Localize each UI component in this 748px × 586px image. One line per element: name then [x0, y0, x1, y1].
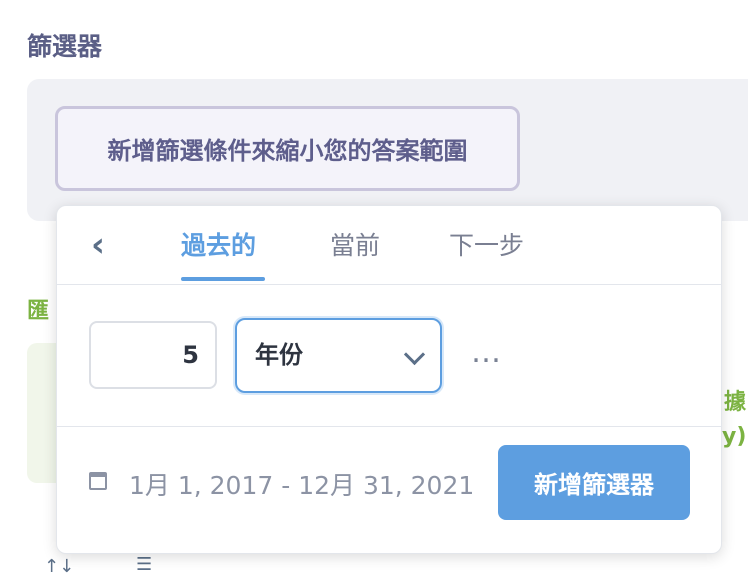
tab-next[interactable]: 下一步 — [449, 226, 524, 262]
amount-input[interactable]: 5 — [89, 321, 217, 389]
tab-current[interactable]: 當前 — [330, 226, 380, 262]
list-icon[interactable]: ☰ — [136, 554, 152, 575]
background-text-fragment-2: y) — [722, 424, 747, 449]
chevron-down-icon — [403, 343, 426, 366]
filters-heading: 篩選器 — [27, 32, 103, 61]
add-filter-button[interactable]: 新增篩選器 — [498, 445, 690, 520]
background-label-fragment: 匯 — [27, 299, 50, 324]
tab-past[interactable]: 過去的 — [181, 226, 256, 262]
more-options-icon[interactable]: … — [471, 338, 502, 368]
unit-select[interactable]: 年份 — [235, 318, 442, 393]
divider — [57, 426, 721, 427]
chevron-left-icon[interactable]: ‹ — [91, 228, 121, 262]
unit-select-value: 年份 — [255, 341, 303, 369]
date-range-text: 1月 1, 2017 - 12月 31, 2021 — [129, 471, 475, 500]
calendar-icon — [89, 472, 107, 490]
active-tab-indicator — [181, 277, 265, 281]
sort-icon[interactable]: ↑↓ — [44, 556, 74, 577]
background-text-fragment: 據 — [724, 390, 747, 415]
date-tabs: ‹ 過去的 當前 下一步 — [57, 206, 721, 285]
date-filter-popover: ‹ 過去的 當前 下一步 5 年份 … 1月 1, 2017 - 12月 31,… — [56, 205, 722, 554]
add-filter-hint-button[interactable]: 新增篩選條件來縮小您的答案範圍 — [55, 106, 520, 191]
